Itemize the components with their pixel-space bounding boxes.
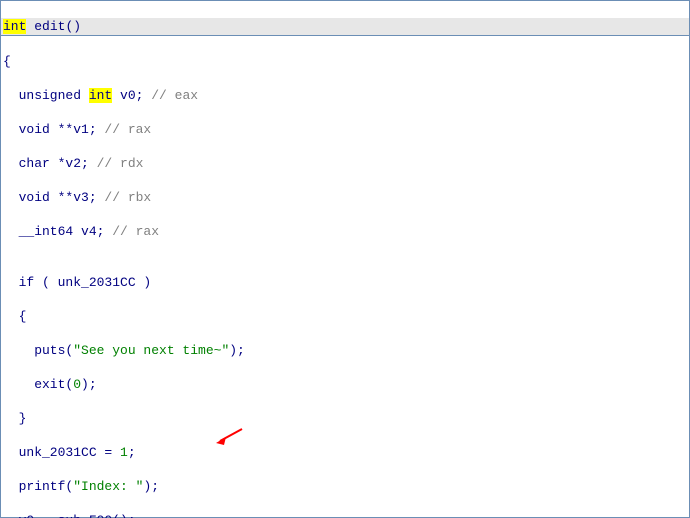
comment: // rdx (97, 156, 144, 171)
code-line[interactable]: unk_2031CC = 1; (1, 444, 689, 461)
number-literal: 0 (73, 377, 81, 392)
code-line[interactable]: void **v3; // rbx (1, 189, 689, 206)
function-name: edit (34, 19, 65, 34)
string-literal: "Index: " (73, 479, 143, 494)
string-literal: "See you next time~" (73, 343, 229, 358)
code-line[interactable]: v0 = sub_F90(); (1, 512, 689, 518)
code-line[interactable]: __int64 v4; // rax (1, 223, 689, 240)
keyword-int: int (3, 19, 26, 34)
comment: // rbx (104, 190, 151, 205)
code-line[interactable]: { (1, 53, 689, 70)
comment: // rax (112, 224, 159, 239)
code-line[interactable]: } (1, 410, 689, 427)
code-area[interactable]: int edit() { unsigned int v0; // eax voi… (1, 1, 689, 518)
code-line[interactable]: exit(0); (1, 376, 689, 393)
function-declaration[interactable]: int edit() (1, 18, 689, 36)
keyword-int: int (89, 88, 112, 103)
code-line[interactable]: puts("See you next time~"); (1, 342, 689, 359)
code-line[interactable]: unsigned int v0; // eax (1, 87, 689, 104)
code-line[interactable]: { (1, 308, 689, 325)
code-line[interactable]: printf("Index: "); (1, 478, 689, 495)
code-line[interactable]: char *v2; // rdx (1, 155, 689, 172)
number-literal: 1 (120, 445, 128, 460)
code-line[interactable]: if ( unk_2031CC ) (1, 274, 689, 291)
comment: // eax (151, 88, 198, 103)
code-line[interactable]: void **v1; // rax (1, 121, 689, 138)
comment: // rax (104, 122, 151, 137)
decompiler-view: int edit() { unsigned int v0; // eax voi… (1, 1, 689, 517)
